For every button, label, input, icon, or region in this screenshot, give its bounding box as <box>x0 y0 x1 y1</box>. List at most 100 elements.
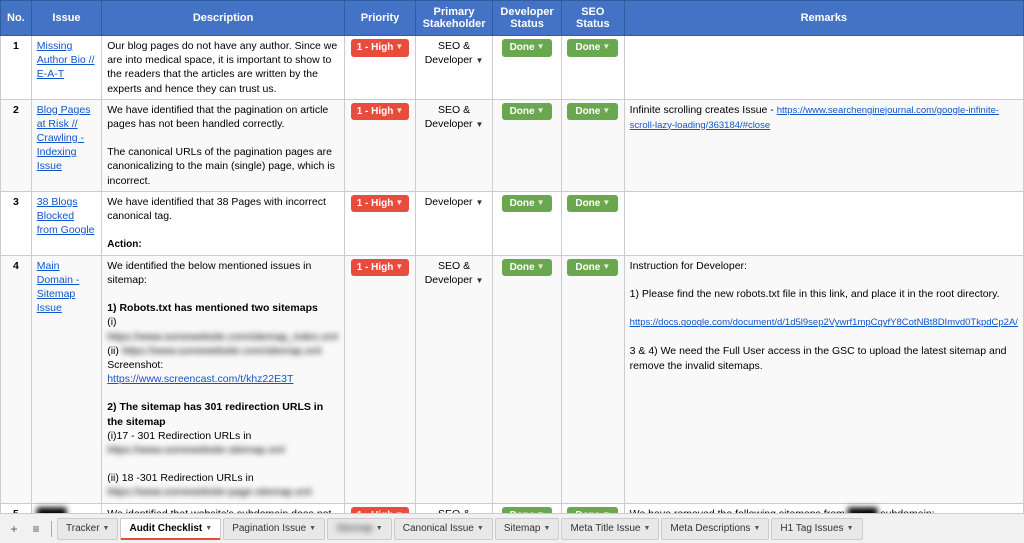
row-description: We identified that website's subdomain d… <box>102 503 345 513</box>
table-row: 4Main Domain - Sitemap Issue We identifie… <box>1 255 1024 503</box>
row-issue[interactable]: ████ Subdomain Sitemap Issue <box>31 503 101 513</box>
row-number: 3 <box>1 191 32 255</box>
header-description: Description <box>102 1 345 36</box>
priority-badge[interactable]: 1 - High ▼ <box>351 103 410 121</box>
row-issue[interactable]: Missing Author Bio // E-A-T <box>31 36 101 100</box>
tab-audit-checklist-label: Audit Checklist <box>129 523 202 534</box>
row-remarks: Instruction for Developer:1) Please find… <box>624 255 1023 503</box>
tab-bar: + ≡ Tracker ▼ Audit Checklist ▼ Paginati… <box>0 513 1024 543</box>
tab-h1-arrow: ▼ <box>847 525 854 532</box>
tab-pagination-arrow: ▼ <box>309 525 316 532</box>
tab-pagination-issue[interactable]: Pagination Issue ▼ <box>223 518 325 540</box>
tab-tracker-label: Tracker <box>66 523 100 534</box>
row-dev-status[interactable]: Done ▼ <box>493 36 562 100</box>
dev-status-badge[interactable]: Done ▼ <box>502 39 553 57</box>
add-sheet-button[interactable]: + <box>4 519 24 539</box>
row-description: Our blog pages do not have any author. S… <box>102 36 345 100</box>
header-seo-status: SEO Status <box>561 1 624 36</box>
tab-meta-desc-label: Meta Descriptions <box>670 523 750 534</box>
row-seo-status[interactable]: Done ▼ <box>561 191 624 255</box>
row-priority[interactable]: 1 - High ▼ <box>345 99 416 191</box>
tab-meta-desc[interactable]: Meta Descriptions ▼ <box>661 518 769 540</box>
header-stakeholder: Primary Stakeholder <box>416 1 493 36</box>
row-issue[interactable]: Blog Pages at Risk // Crawling - Indexin… <box>31 99 101 191</box>
tab-sitemap-2[interactable]: Sitemap ▼ <box>495 518 560 540</box>
seo-status-badge[interactable]: Done ▼ <box>567 39 618 57</box>
row-dev-status[interactable]: Done ▼ <box>493 503 562 513</box>
row-remarks: We have removed the following sitemaps f… <box>624 503 1023 513</box>
tab-meta-desc-arrow: ▼ <box>753 525 760 532</box>
header-remarks: Remarks <box>624 1 1023 36</box>
header-dev-status: Developer Status <box>493 1 562 36</box>
row-remarks <box>624 191 1023 255</box>
row-seo-status[interactable]: Done ▼ <box>561 99 624 191</box>
row-stakeholder[interactable]: Developer ▼ <box>416 191 493 255</box>
dev-status-badge[interactable]: Done ▼ <box>502 259 553 277</box>
tab-sitemap-1[interactable]: Sitemap ▼ <box>327 518 392 540</box>
row-dev-status[interactable]: Done ▼ <box>493 255 562 503</box>
tab-meta-title-arrow: ▼ <box>643 525 650 532</box>
tab-pagination-label: Pagination Issue <box>232 523 306 534</box>
row-number: 1 <box>1 36 32 100</box>
tab-h1-issues[interactable]: H1 Tag Issues ▼ <box>771 518 862 540</box>
issue-link[interactable]: 38 Blogs Blocked from Google <box>37 196 95 236</box>
tab-tracker-arrow: ▼ <box>103 525 110 532</box>
tab-meta-title[interactable]: Meta Title Issue ▼ <box>561 518 659 540</box>
table-row: 338 Blogs Blocked from GoogleWe have ide… <box>1 191 1024 255</box>
table-row: 5████ Subdomain Sitemap IssueWe identifi… <box>1 503 1024 513</box>
row-seo-status[interactable]: Done ▼ <box>561 255 624 503</box>
row-stakeholder[interactable]: SEO & Developer ▼ <box>416 503 493 513</box>
row-description: We have identified that 38 Pages with in… <box>102 191 345 255</box>
row-description: We have identified that the pagination o… <box>102 99 345 191</box>
tab-tracker[interactable]: Tracker ▼ <box>57 518 118 540</box>
tab-meta-title-label: Meta Title Issue <box>570 523 640 534</box>
priority-badge[interactable]: 1 - High ▼ <box>351 259 410 277</box>
issue-link[interactable]: Main Domain - Sitemap Issue <box>37 260 80 315</box>
issue-link[interactable]: Blog Pages at Risk // Crawling - Indexin… <box>37 104 91 173</box>
tab-sitemap2-label: Sitemap <box>504 523 541 534</box>
row-remarks: Infinite scrolling creates Issue - https… <box>624 99 1023 191</box>
dev-status-badge[interactable]: Done ▼ <box>502 103 553 121</box>
row-issue[interactable]: Main Domain - Sitemap Issue <box>31 255 101 503</box>
tab-h1-label: H1 Tag Issues <box>780 523 843 534</box>
row-issue[interactable]: 38 Blogs Blocked from Google <box>31 191 101 255</box>
dev-status-badge[interactable]: Done ▼ <box>502 195 553 213</box>
row-stakeholder[interactable]: SEO & Developer ▼ <box>416 255 493 503</box>
row-stakeholder[interactable]: SEO & Developer ▼ <box>416 36 493 100</box>
tab-sitemap1-arrow: ▼ <box>376 525 383 532</box>
row-priority[interactable]: 1 - High ▼ <box>345 191 416 255</box>
header-priority: Priority <box>345 1 416 36</box>
row-number: 2 <box>1 99 32 191</box>
seo-status-badge[interactable]: Done ▼ <box>567 259 618 277</box>
tab-sitemap2-arrow: ▼ <box>544 525 551 532</box>
row-priority[interactable]: 1 - High ▼ <box>345 36 416 100</box>
row-number: 4 <box>1 255 32 503</box>
row-priority[interactable]: 1 - High ▼ <box>345 503 416 513</box>
seo-status-badge[interactable]: Done ▼ <box>567 103 618 121</box>
seo-status-badge[interactable]: Done ▼ <box>567 195 618 213</box>
row-dev-status[interactable]: Done ▼ <box>493 191 562 255</box>
priority-badge[interactable]: 1 - High ▼ <box>351 39 410 57</box>
row-dev-status[interactable]: Done ▼ <box>493 99 562 191</box>
table-row: 1Missing Author Bio // E-A-TOur blog pag… <box>1 36 1024 100</box>
tab-canonical-label: Canonical Issue <box>403 523 474 534</box>
header-issue: Issue <box>31 1 101 36</box>
priority-badge[interactable]: 1 - High ▼ <box>351 195 410 213</box>
row-remarks <box>624 36 1023 100</box>
sheets-menu-button[interactable]: ≡ <box>26 519 46 539</box>
row-description: We identified the below mentioned issues… <box>102 255 345 503</box>
spreadsheet-container: No. Issue Description Priority Primary S… <box>0 0 1024 543</box>
tab-canonical-issue[interactable]: Canonical Issue ▼ <box>394 518 493 540</box>
tab-canonical-arrow: ▼ <box>477 525 484 532</box>
row-seo-status[interactable]: Done ▼ <box>561 36 624 100</box>
table-row: 2Blog Pages at Risk // Crawling - Indexi… <box>1 99 1024 191</box>
row-seo-status[interactable]: Done ▼ <box>561 503 624 513</box>
row-priority[interactable]: 1 - High ▼ <box>345 255 416 503</box>
row-number: 5 <box>1 503 32 513</box>
main-table: No. Issue Description Priority Primary S… <box>0 0 1024 513</box>
header-no: No. <box>1 1 32 36</box>
row-stakeholder[interactable]: SEO & Developer ▼ <box>416 99 493 191</box>
table-wrapper[interactable]: No. Issue Description Priority Primary S… <box>0 0 1024 513</box>
issue-link[interactable]: Missing Author Bio // E-A-T <box>37 40 95 80</box>
tab-audit-checklist[interactable]: Audit Checklist ▼ <box>120 518 221 540</box>
